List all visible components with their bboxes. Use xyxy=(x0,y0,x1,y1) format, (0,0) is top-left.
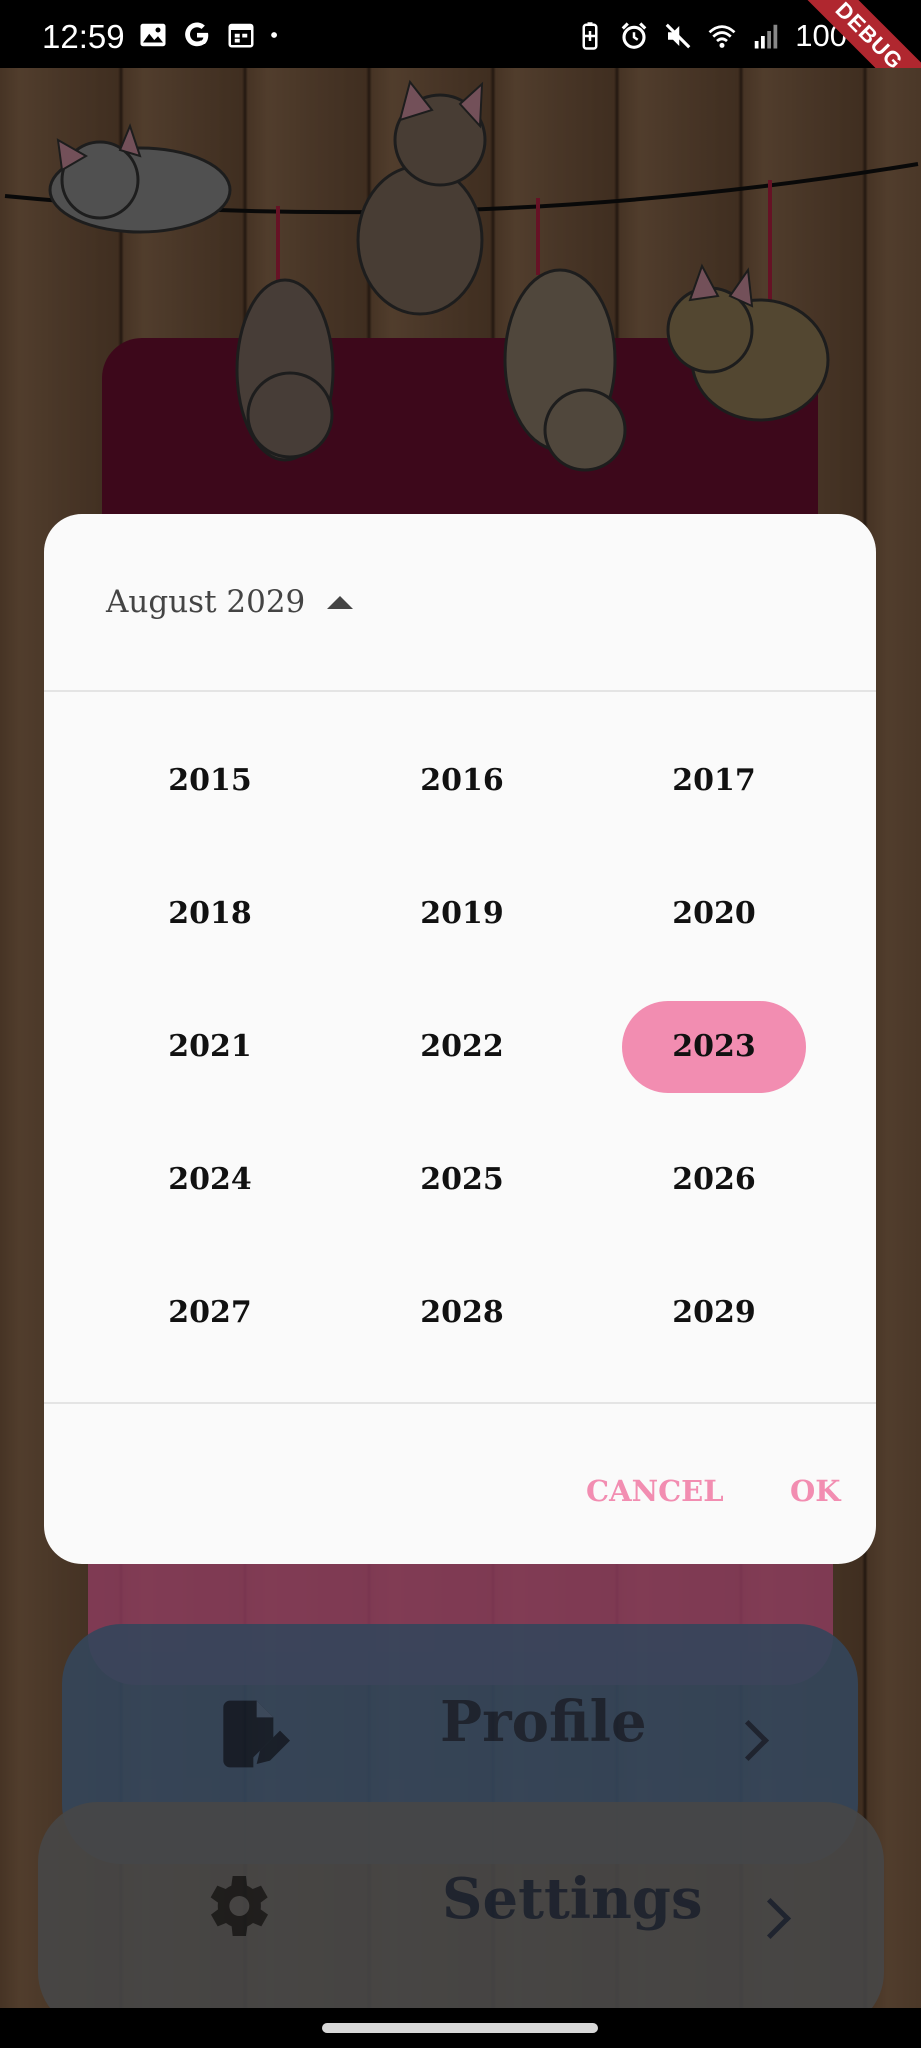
chevron-right-icon xyxy=(749,1897,792,1940)
year-picker-dialog: August 2029 2015 2016 2017 2018 2019 202… xyxy=(44,514,876,1564)
year-option[interactable]: 2022 xyxy=(336,980,588,1113)
settings-label: Settings xyxy=(442,1866,703,1932)
year-option[interactable]: 2019 xyxy=(336,847,588,980)
chevron-right-icon xyxy=(727,1719,770,1762)
home-gesture-handle[interactable] xyxy=(322,2023,598,2033)
wifi-icon xyxy=(708,25,736,48)
status-bar: 12:59 100 DEBUG xyxy=(0,0,921,120)
settings-card[interactable]: Settings xyxy=(38,1802,884,2032)
dialog-divider xyxy=(44,1402,876,1404)
calendar-icon xyxy=(228,23,254,48)
year-option[interactable]: 2020 xyxy=(588,847,840,980)
year-option[interactable]: 2027 xyxy=(84,1246,336,1379)
dot-icon xyxy=(271,32,277,38)
signal-icon xyxy=(755,24,778,49)
ok-button[interactable]: OK xyxy=(790,1474,840,1508)
month-year-selector[interactable]: August 2029 xyxy=(106,584,354,620)
year-option[interactable]: 2021 xyxy=(84,980,336,1113)
battery-saver-icon xyxy=(582,22,598,50)
edit-document-icon xyxy=(223,1700,290,1768)
dialog-header: August 2029 xyxy=(44,514,876,692)
profile-label: Profile xyxy=(440,1689,647,1755)
year-option[interactable]: 2028 xyxy=(336,1246,588,1379)
year-option[interactable]: 2029 xyxy=(588,1246,840,1379)
year-option-selected[interactable]: 2023 xyxy=(588,980,840,1113)
year-option[interactable]: 2016 xyxy=(336,714,588,847)
year-option[interactable]: 2025 xyxy=(336,1113,588,1246)
year-option[interactable]: 2018 xyxy=(84,847,336,980)
cancel-button[interactable]: CANCEL xyxy=(586,1474,724,1508)
google-icon xyxy=(185,22,209,47)
arrow-up-icon xyxy=(327,595,354,609)
alarm-icon xyxy=(621,22,647,49)
year-option[interactable]: 2017 xyxy=(588,714,840,847)
gear-icon xyxy=(210,1876,268,1936)
mute-icon xyxy=(665,23,691,49)
year-option[interactable]: 2024 xyxy=(84,1113,336,1246)
year-option[interactable]: 2015 xyxy=(84,714,336,847)
month-year-label: August 2029 xyxy=(106,584,306,620)
status-time: 12:59 xyxy=(42,18,125,55)
year-grid: 2015 2016 2017 2018 2019 2020 2021 2022 … xyxy=(84,714,840,1379)
notification-icons xyxy=(138,20,284,50)
year-option[interactable]: 2026 xyxy=(588,1113,840,1246)
image-icon xyxy=(140,23,166,47)
